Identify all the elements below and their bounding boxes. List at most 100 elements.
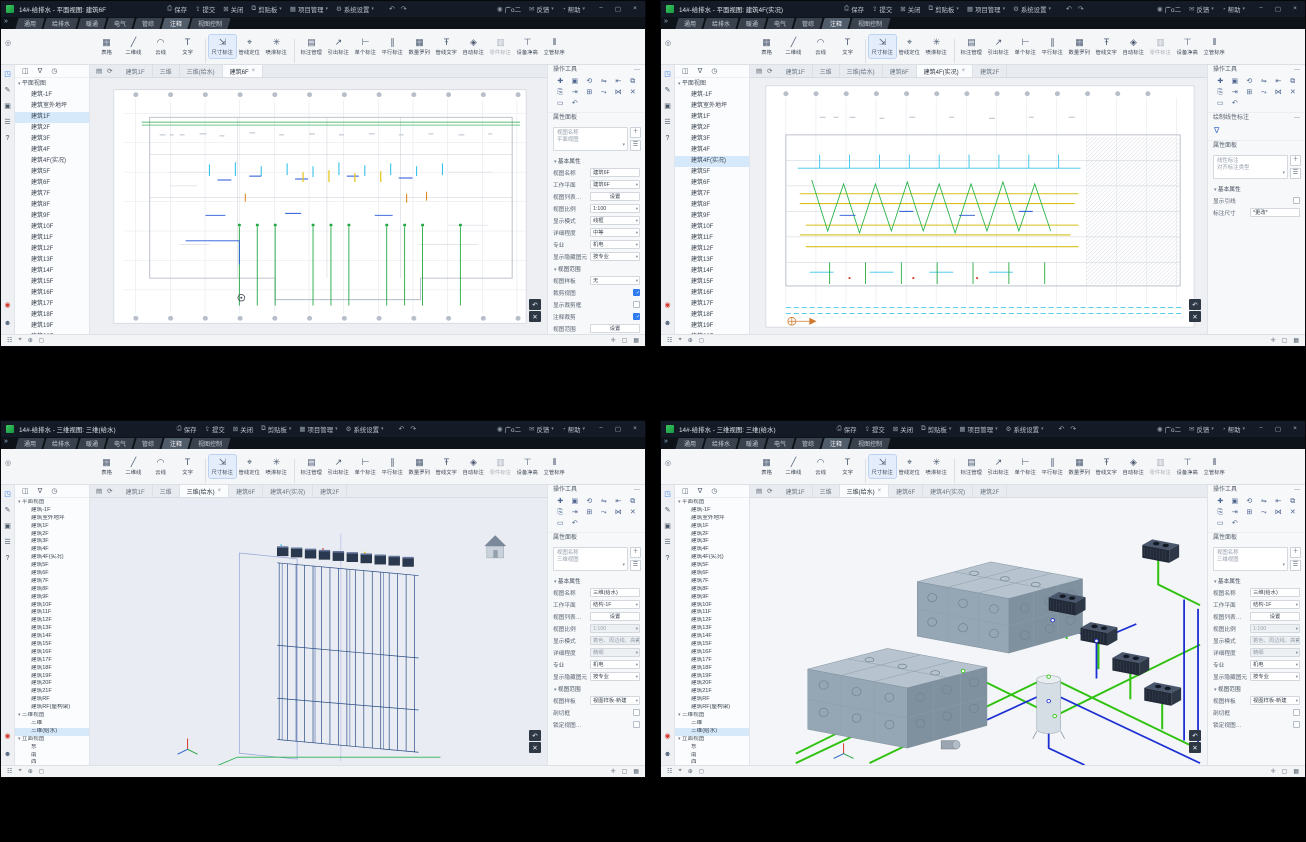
canvas-float-button[interactable]: ✕ bbox=[1189, 742, 1201, 753]
ops-tool-icon[interactable]: ⇤ bbox=[1271, 77, 1286, 86]
drawing-canvas[interactable]: ↶✕ bbox=[90, 78, 547, 334]
ribbon-tab[interactable]: 给排水 bbox=[43, 438, 78, 449]
property-value[interactable]: 1:100 bbox=[590, 624, 640, 633]
tree-toolbar-icon[interactable]: ◷ bbox=[711, 487, 717, 495]
ribbon-button[interactable]: Ŧ管线文字 bbox=[1093, 455, 1120, 478]
ops-tool-icon[interactable]: ⇋ bbox=[597, 497, 612, 506]
titlebar-user-menu[interactable]: ◉广o二▾ bbox=[1157, 425, 1181, 434]
tree-item[interactable]: 平面视图 bbox=[675, 79, 749, 90]
tree-item[interactable]: 三维视图 bbox=[15, 712, 89, 720]
view-tab[interactable]: 建筑1F bbox=[119, 65, 153, 77]
ribbon-button[interactable]: ✳喷淋标注 bbox=[923, 35, 950, 58]
tree-item[interactable]: 建筑1F bbox=[675, 523, 749, 531]
tree-item[interactable]: 建筑3F bbox=[15, 538, 89, 546]
ribbon-button[interactable]: ╱二维线 bbox=[120, 35, 147, 58]
type-selector[interactable]: 视图名称三维视图▾ bbox=[1213, 547, 1288, 571]
type-selector-button[interactable]: ＋ bbox=[1290, 155, 1301, 166]
status-icon[interactable]: ◻ bbox=[699, 768, 704, 775]
titlebar-menu[interactable]: ⇪提交▾ bbox=[865, 425, 885, 434]
property-value[interactable]: 精细 bbox=[1250, 648, 1300, 657]
ribbon-button[interactable]: ▤标注管理 bbox=[298, 35, 325, 58]
view-tab[interactable]: 建筑4F(实况) bbox=[923, 485, 973, 497]
view-tab[interactable]: 三维 bbox=[813, 485, 840, 497]
tree-item[interactable]: 建筑-1F bbox=[15, 90, 89, 101]
ribbon-button[interactable]: ▥零件标注 bbox=[487, 35, 514, 58]
status-icon[interactable]: ☷ bbox=[667, 337, 672, 344]
ribbon-tab[interactable]: 管综 bbox=[793, 18, 822, 29]
tree-item[interactable]: 建筑7F bbox=[15, 578, 89, 586]
view-tab[interactable]: 三维 bbox=[153, 65, 180, 77]
tab-bar-icon[interactable]: ▤ bbox=[96, 487, 102, 495]
tree-item[interactable]: 建筑10F bbox=[15, 602, 89, 610]
ops-tool-icon[interactable]: ⇥ bbox=[568, 88, 583, 97]
titlebar-menu[interactable]: ⚙系统设置▾ bbox=[1013, 5, 1051, 14]
ribbon-tab[interactable]: 通用 bbox=[675, 18, 704, 29]
ribbon-button[interactable]: ⌖管线定位 bbox=[896, 455, 923, 478]
ops-tool-icon[interactable]: ⇥ bbox=[568, 508, 583, 517]
view-tab[interactable]: 建筑2F bbox=[313, 485, 347, 497]
property-value[interactable]: 设置 bbox=[590, 612, 640, 621]
tree-item[interactable]: 建筑1F bbox=[15, 112, 89, 123]
titlebar-menu[interactable]: ⧉剪贴板▾ bbox=[251, 5, 281, 14]
tree-item[interactable]: 三维 bbox=[675, 720, 749, 728]
ops-tool-icon[interactable]: ⤳ bbox=[597, 88, 612, 97]
tree-item[interactable]: 建筑4F bbox=[15, 546, 89, 554]
ops-tool-icon[interactable]: ⋈ bbox=[1271, 88, 1286, 97]
ribbon-button[interactable]: Ŧ管线文字 bbox=[433, 35, 460, 58]
tree-item[interactable]: 建筑17F bbox=[15, 299, 89, 310]
ribbon-tab[interactable]: 暖通 bbox=[77, 18, 106, 29]
tree-item[interactable]: 建筑14F bbox=[675, 633, 749, 641]
tab-bar-icon[interactable]: ▤ bbox=[756, 487, 762, 495]
type-selector-button[interactable]: ＋ bbox=[630, 127, 641, 138]
tree-item[interactable]: 建筑5F bbox=[675, 562, 749, 570]
notifications-icon[interactable]: ◉ bbox=[664, 733, 670, 741]
view-tab[interactable]: 建筑6F bbox=[883, 65, 917, 77]
tree-item[interactable]: 建筑7F bbox=[675, 189, 749, 200]
ops-tool-icon[interactable]: ✚ bbox=[1213, 497, 1228, 506]
tree-item[interactable]: 建筑10F bbox=[675, 602, 749, 610]
canvas-float-button[interactable]: ↶ bbox=[529, 730, 541, 741]
ops-tool-icon[interactable]: ▣ bbox=[568, 497, 583, 506]
titlebar-menu[interactable]: ⎙保存▾ bbox=[837, 425, 857, 434]
ribbon-tab[interactable]: 注释 bbox=[822, 438, 851, 449]
canvas-float-button[interactable]: ✕ bbox=[1189, 311, 1201, 322]
ribbon-button[interactable]: Ŧ管线文字 bbox=[1093, 35, 1120, 58]
tree-item[interactable]: 建筑19F bbox=[15, 673, 89, 681]
view-tab[interactable]: 建筑1F bbox=[119, 485, 153, 497]
ribbon-button[interactable]: ⌖管线定位 bbox=[896, 35, 923, 58]
tree-item[interactable]: 建筑17F bbox=[15, 657, 89, 665]
ops-tool-icon[interactable]: ▣ bbox=[1228, 77, 1243, 86]
ribbon-button[interactable]: ⊢单个标注 bbox=[1012, 455, 1039, 478]
titlebar-user-menu[interactable]: ✉反馈▾ bbox=[529, 5, 554, 14]
tree-item[interactable]: 南 bbox=[675, 752, 749, 760]
ribbon-tab[interactable]: 注释 bbox=[822, 18, 851, 29]
ribbon-tab[interactable]: 给排水 bbox=[703, 18, 738, 29]
window-control-button[interactable]: − bbox=[1256, 425, 1266, 433]
ribbon-button[interactable]: T文字 bbox=[834, 455, 861, 478]
property-value[interactable] bbox=[633, 709, 640, 716]
expand-panel-icon[interactable]: » bbox=[4, 18, 8, 25]
strip-tool-icon[interactable]: ☰ bbox=[4, 539, 10, 547]
ops-tool-icon[interactable]: ⇋ bbox=[597, 77, 612, 86]
status-icon[interactable]: ⌖ bbox=[18, 768, 21, 775]
ribbon-button[interactable]: ▦表格 bbox=[93, 455, 120, 478]
tree-item[interactable]: 建筑19F bbox=[675, 321, 749, 332]
status-icon[interactable]: ✛ bbox=[1271, 337, 1276, 344]
ribbon-button[interactable]: ▤标注管理 bbox=[958, 455, 985, 478]
tree-item[interactable]: 建筑4F bbox=[15, 145, 89, 156]
tree-item[interactable]: 建筑4F bbox=[675, 546, 749, 554]
ribbon-tab[interactable]: 电气 bbox=[105, 438, 134, 449]
tree-item[interactable]: 建筑RF bbox=[675, 696, 749, 704]
status-icon[interactable]: ⊕ bbox=[28, 337, 33, 344]
strip-tool-icon[interactable]: ? bbox=[6, 135, 10, 143]
ribbon-tab[interactable]: 通用 bbox=[675, 438, 704, 449]
ribbon-tab[interactable]: 电气 bbox=[765, 18, 794, 29]
canvas-float-button[interactable]: ✕ bbox=[529, 742, 541, 753]
ribbon-tab[interactable]: 通用 bbox=[15, 18, 44, 29]
canvas-float-button[interactable]: ↶ bbox=[1189, 299, 1201, 310]
ops-tool-icon[interactable]: ⇤ bbox=[611, 77, 626, 86]
ops-tool-icon[interactable]: ▭ bbox=[1213, 99, 1228, 108]
tree-item[interactable]: 平面视图 bbox=[15, 79, 89, 90]
ribbon-tab[interactable]: 视图控制 bbox=[190, 18, 231, 29]
property-value[interactable]: 着色、周边线、高亮线 bbox=[1250, 636, 1300, 645]
